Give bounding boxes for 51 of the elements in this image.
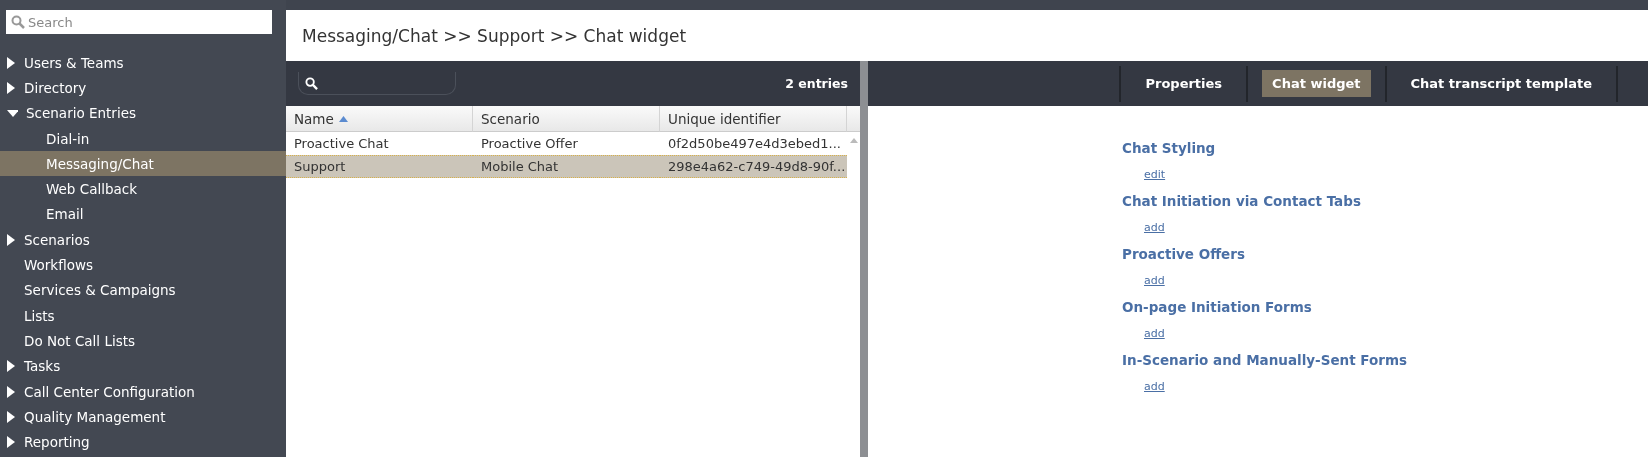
section-link[interactable]: add: [1144, 221, 1165, 234]
sidebar-item[interactable]: Web Callback: [0, 176, 286, 202]
section-title: Chat Styling: [1122, 140, 1217, 156]
sidebar-item[interactable]: Call Center Configuration: [0, 378, 286, 405]
collapsed-arrow-icon: [6, 436, 16, 449]
scroll-up-icon[interactable]: [849, 138, 858, 143]
sidebar-item[interactable]: Email: [0, 201, 286, 228]
collapsed-arrow-icon: [6, 56, 16, 69]
sidebar-item[interactable]: Tasks: [0, 353, 286, 379]
section-link[interactable]: add: [1144, 380, 1165, 393]
entry-count: 2 entries: [785, 76, 848, 91]
sort-ascending-icon: [338, 115, 348, 122]
section-link[interactable]: edit: [1144, 168, 1166, 181]
sidebar-item[interactable]: Dial-in: [0, 125, 286, 152]
sidebar-item[interactable]: Users & Teams: [0, 50, 286, 76]
collapsed-arrow-icon: [6, 233, 16, 246]
section-title: Chat Initiation via Contact Tabs: [1122, 193, 1362, 209]
header-filler: [847, 106, 860, 132]
sidebar-item[interactable]: Directory: [0, 75, 286, 101]
section-link[interactable]: add: [1144, 327, 1165, 340]
table-cell[interactable]: Support: [286, 155, 473, 178]
section-title: In-Scenario and Manually-Sent Forms: [1122, 352, 1409, 368]
table-cell[interactable]: 298e4a62-c749-49d8-90f...: [660, 155, 847, 178]
sidebar-item[interactable]: Reporting: [0, 429, 286, 455]
tab[interactable]: Chat transcript template: [1400, 70, 1602, 97]
tab[interactable]: Chat widget: [1262, 70, 1371, 97]
section-title: On-page Initiation Forms: [1122, 299, 1313, 315]
sidebar-item[interactable]: Quality Management: [0, 404, 286, 430]
collapsed-arrow-icon: [6, 410, 16, 423]
sidebar-item[interactable]: Lists: [0, 302, 286, 329]
column-header[interactable]: Scenario: [473, 106, 660, 132]
section-title: Proactive Offers: [1122, 246, 1246, 262]
column-header[interactable]: Name: [286, 106, 473, 132]
search-icon: [11, 15, 25, 29]
search-icon: [305, 76, 318, 90]
section-link[interactable]: add: [1144, 274, 1165, 287]
tab[interactable]: Properties: [1135, 70, 1233, 97]
sidebar-item[interactable]: Do Not Call Lists: [0, 328, 286, 354]
sidebar-item[interactable]: Messaging/Chat: [0, 151, 286, 177]
search-field[interactable]: [298, 72, 456, 95]
collapsed-arrow-icon: [6, 385, 16, 398]
sidebar-item[interactable]: Scenario Entries: [0, 100, 286, 126]
search-field[interactable]: Search: [6, 10, 272, 34]
collapsed-arrow-icon: [6, 81, 16, 94]
collapsed-arrow-icon: [6, 360, 16, 373]
table-cell[interactable]: Mobile Chat: [473, 155, 660, 178]
sidebar-item[interactable]: Workflows: [0, 252, 286, 278]
column-header[interactable]: Unique identifier: [660, 106, 847, 132]
splitter[interactable]: [860, 61, 868, 457]
sidebar-item[interactable]: Services & Campaigns: [0, 277, 286, 303]
sidebar-item[interactable]: Scenarios: [0, 227, 286, 253]
